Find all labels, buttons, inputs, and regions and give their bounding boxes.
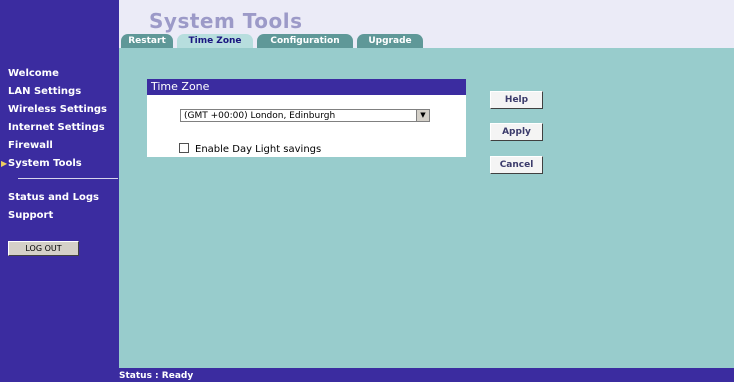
tab-restart[interactable]: Restart <box>121 34 173 48</box>
time-zone-value: (GMT +00:00) London, Edinburgh <box>184 111 336 121</box>
sidebar-item-label: Internet Settings <box>8 122 105 133</box>
page-title: System Tools <box>149 9 303 33</box>
sidebar-nav: Welcome LAN Settings Wireless Settings I… <box>1 65 107 173</box>
chevron-down-icon[interactable]: ▼ <box>416 110 429 121</box>
logout-button[interactable]: LOG OUT <box>8 241 79 256</box>
sidebar-item-wireless-settings[interactable]: Wireless Settings <box>8 101 107 119</box>
help-button[interactable]: Help <box>490 91 543 109</box>
status-bar: Status : Ready <box>119 368 734 382</box>
tab-upgrade[interactable]: Upgrade <box>357 34 423 48</box>
dst-checkbox[interactable] <box>179 143 189 153</box>
sidebar-item-label: Status and Logs <box>8 192 99 203</box>
dst-row: Enable Day Light savings <box>179 143 321 156</box>
sidebar-item-lan-settings[interactable]: LAN Settings <box>8 83 107 101</box>
time-zone-select[interactable]: (GMT +00:00) London, Edinburgh ▼ <box>180 109 430 122</box>
time-zone-panel: Time Zone (GMT +00:00) London, Edinburgh… <box>147 79 466 157</box>
apply-button[interactable]: Apply <box>490 123 543 141</box>
sidebar: Welcome LAN Settings Wireless Settings I… <box>0 0 119 382</box>
sidebar-item-label: Support <box>8 210 54 221</box>
header-divider <box>119 48 734 50</box>
sidebar-item-internet-settings[interactable]: Internet Settings <box>8 119 107 137</box>
sidebar-item-system-tools[interactable]: ▶ System Tools <box>1 155 107 173</box>
sidebar-item-support[interactable]: Support <box>8 207 99 225</box>
sidebar-item-welcome[interactable]: Welcome <box>8 65 107 83</box>
sidebar-nav-secondary: Status and Logs Support <box>8 189 99 225</box>
sidebar-item-status-and-logs[interactable]: Status and Logs <box>8 189 99 207</box>
dst-label: Enable Day Light savings <box>195 144 322 155</box>
status-text: Status : Ready <box>119 371 194 381</box>
sidebar-item-label: Welcome <box>8 68 59 79</box>
cancel-button[interactable]: Cancel <box>490 156 543 174</box>
current-arrow-icon: ▶ <box>1 159 8 168</box>
sidebar-item-firewall[interactable]: Firewall <box>8 137 107 155</box>
header: System Tools Restart Time Zone Configura… <box>119 0 734 49</box>
sidebar-item-label: Wireless Settings <box>8 104 107 115</box>
panel-title: Time Zone <box>147 79 466 95</box>
sidebar-item-label: System Tools <box>8 158 82 169</box>
tab-configuration[interactable]: Configuration <box>257 34 353 48</box>
sidebar-item-label: LAN Settings <box>8 86 82 97</box>
tab-time-zone[interactable]: Time Zone <box>177 34 253 49</box>
sidebar-divider <box>18 178 118 179</box>
sidebar-item-label: Firewall <box>8 140 53 151</box>
